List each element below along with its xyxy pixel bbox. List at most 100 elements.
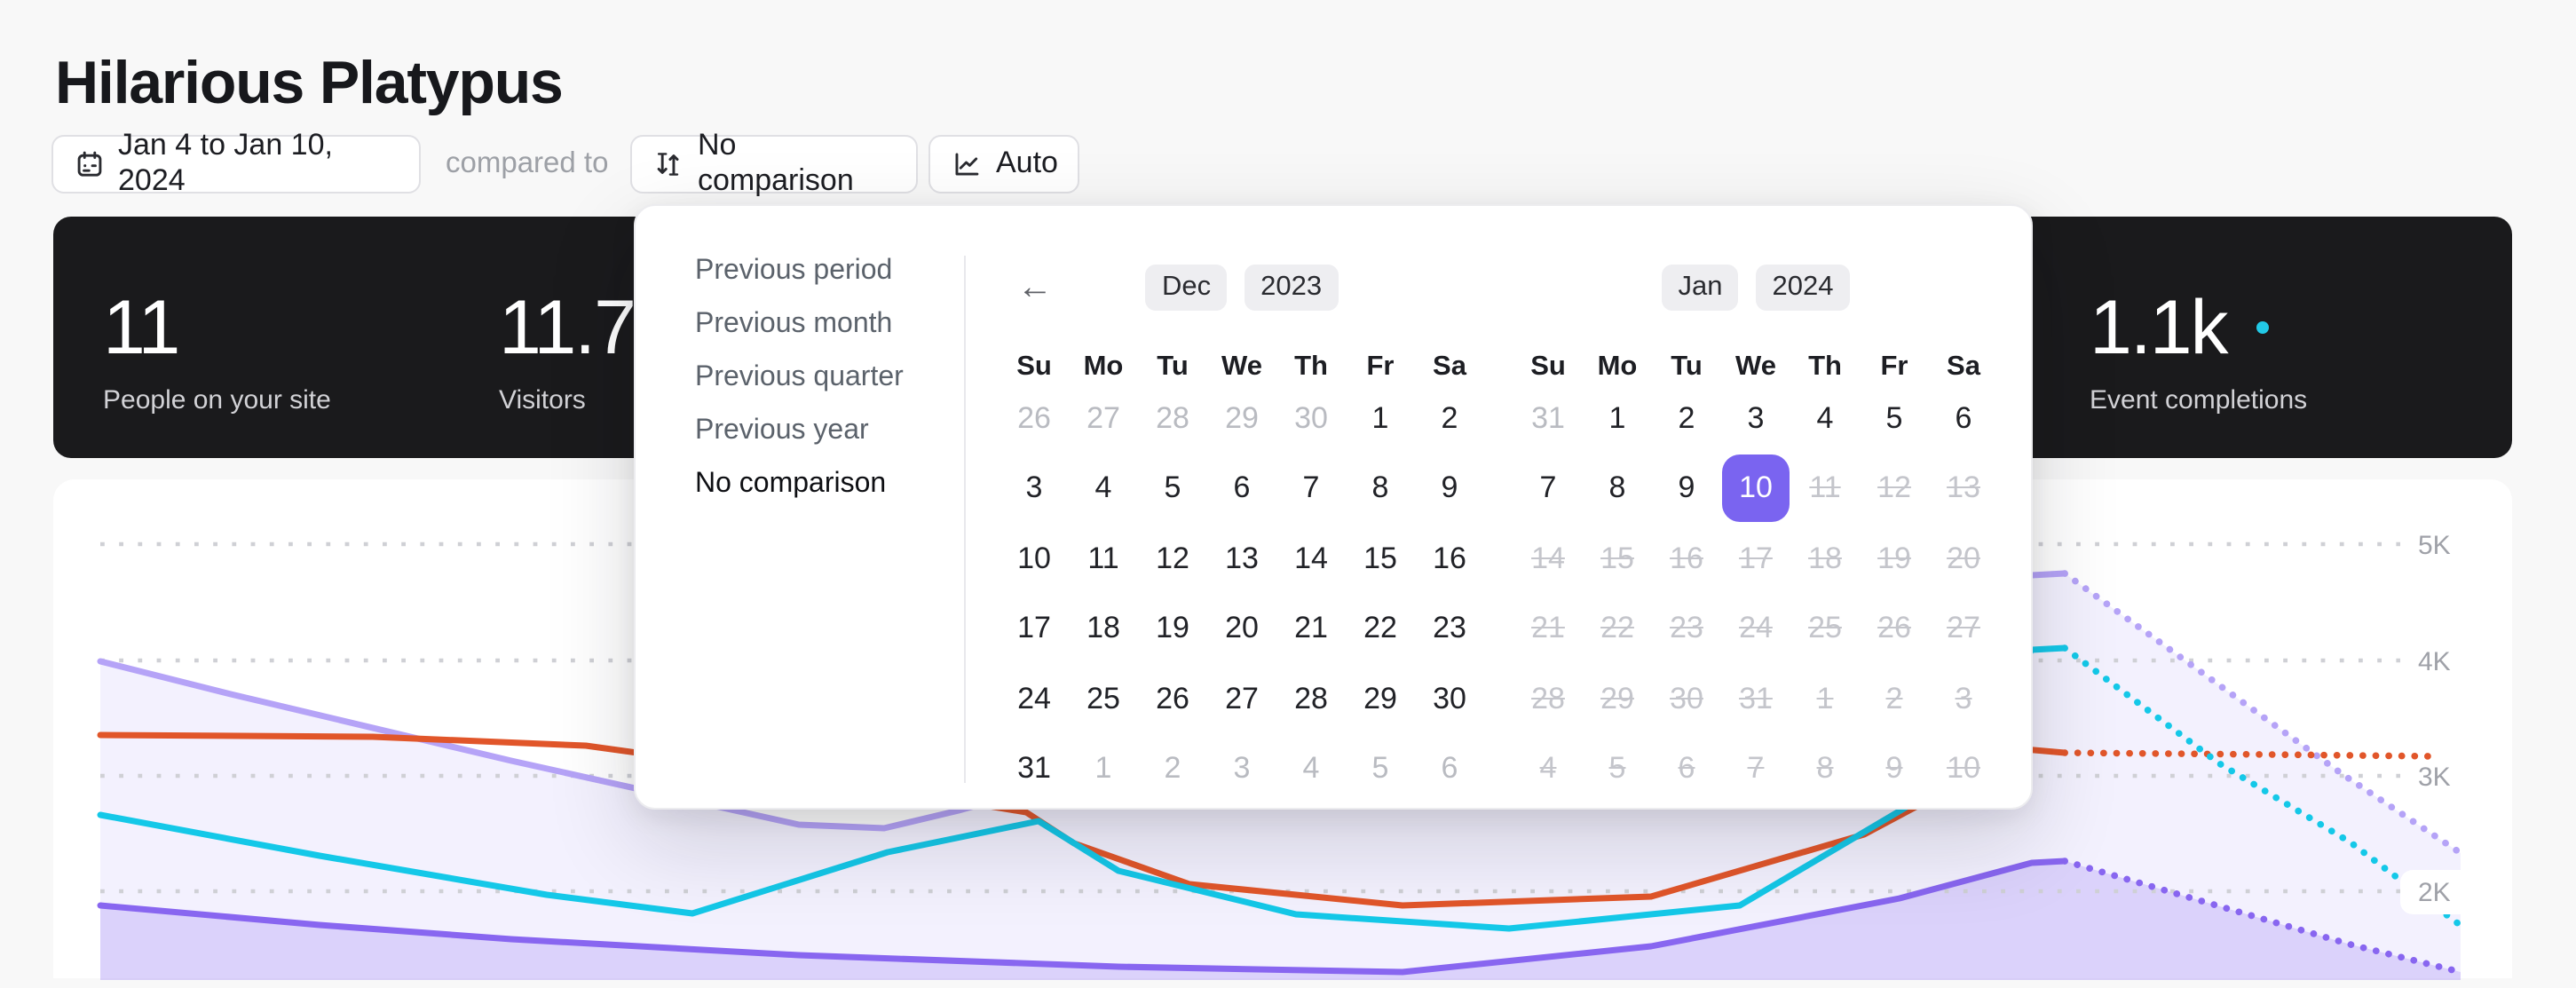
day-cell-dec-30[interactable]: 30 bbox=[1415, 664, 1484, 734]
day-cell-dec-17[interactable]: 17 bbox=[1000, 594, 1069, 664]
day-cell-jan-31[interactable]: 31 bbox=[1513, 383, 1583, 454]
day-cell-dec-30[interactable]: 30 bbox=[1276, 383, 1346, 454]
day-cell-dec-24[interactable]: 24 bbox=[1000, 664, 1069, 734]
day-cell-jan-28: 28 bbox=[1513, 664, 1583, 734]
day-cell-jan-21: 21 bbox=[1513, 594, 1583, 664]
calendar-month-dec-2023: ←Dec2023SuMoTuWeThFrSa262728293012345678… bbox=[1000, 265, 1484, 804]
day-cell-dec-31[interactable]: 31 bbox=[1000, 734, 1069, 804]
month-pill-jan[interactable]: Jan bbox=[1663, 265, 1739, 311]
day-cell-dec-27[interactable]: 27 bbox=[1207, 664, 1276, 734]
day-cell-dec-29[interactable]: 29 bbox=[1346, 664, 1415, 734]
day-cell-dec-5[interactable]: 5 bbox=[1138, 454, 1207, 524]
day-cell-jan-5[interactable]: 5 bbox=[1860, 383, 1929, 454]
day-grid: 2627282930123456789101112131415161718192… bbox=[1000, 383, 1484, 804]
day-cell-jan-27: 27 bbox=[1929, 594, 1998, 664]
date-comparison-popover: Previous periodPrevious monthPrevious qu… bbox=[633, 204, 2032, 810]
day-cell-jan-1[interactable]: 1 bbox=[1583, 383, 1652, 454]
month-pill-dec[interactable]: Dec bbox=[1146, 265, 1227, 311]
day-cell-dec-3[interactable]: 3 bbox=[1207, 734, 1276, 804]
dow-mo: Mo bbox=[1583, 352, 1652, 383]
menu-item-previous-quarter[interactable]: Previous quarter bbox=[635, 352, 963, 405]
day-cell-jan-2: 2 bbox=[1860, 664, 1929, 734]
menu-item-previous-year[interactable]: Previous year bbox=[635, 405, 963, 458]
day-cell-dec-2[interactable]: 2 bbox=[1138, 734, 1207, 804]
day-cell-jan-1: 1 bbox=[1790, 664, 1860, 734]
day-cell-dec-27[interactable]: 27 bbox=[1069, 383, 1138, 454]
day-cell-jan-16: 16 bbox=[1652, 524, 1721, 594]
day-cell-dec-26[interactable]: 26 bbox=[1000, 383, 1069, 454]
day-cell-dec-3[interactable]: 3 bbox=[1000, 454, 1069, 524]
day-cell-jan-6: 6 bbox=[1652, 734, 1721, 804]
calendar-month-jan-2024: Jan2024SuMoTuWeThFrSa3112345678910111213… bbox=[1513, 265, 1998, 804]
day-cell-dec-4[interactable]: 4 bbox=[1069, 454, 1138, 524]
day-cell-dec-15[interactable]: 15 bbox=[1346, 524, 1415, 594]
interval-button[interactable]: Auto bbox=[928, 134, 1079, 193]
dow-we: We bbox=[1721, 352, 1790, 383]
day-cell-jan-10: 10 bbox=[1929, 734, 1998, 804]
day-cell-dec-12[interactable]: 12 bbox=[1138, 524, 1207, 594]
stat-event-completions[interactable]: 1.1kEvent completions bbox=[2090, 287, 2307, 415]
day-cell-dec-18[interactable]: 18 bbox=[1069, 594, 1138, 664]
day-cell-dec-6[interactable]: 6 bbox=[1415, 734, 1484, 804]
day-cell-jan-7[interactable]: 7 bbox=[1513, 454, 1583, 524]
day-cell-dec-21[interactable]: 21 bbox=[1276, 594, 1346, 664]
day-cell-jan-10-selected[interactable]: 10 bbox=[1721, 454, 1790, 524]
comparison-menu: Previous periodPrevious monthPrevious qu… bbox=[635, 245, 963, 511]
day-cell-dec-28[interactable]: 28 bbox=[1276, 664, 1346, 734]
day-cell-jan-8[interactable]: 8 bbox=[1583, 454, 1652, 524]
date-range-button[interactable]: Jan 4 to Jan 10, 2024 bbox=[51, 134, 420, 193]
day-cell-jan-14: 14 bbox=[1513, 524, 1583, 594]
day-cell-dec-10[interactable]: 10 bbox=[1000, 524, 1069, 594]
interval-button-label: Auto bbox=[996, 146, 1058, 181]
day-cell-dec-28[interactable]: 28 bbox=[1138, 383, 1207, 454]
day-cell-dec-13[interactable]: 13 bbox=[1207, 524, 1276, 594]
day-cell-dec-20[interactable]: 20 bbox=[1207, 594, 1276, 664]
stat-people-on-your-site[interactable]: 11 People on your site bbox=[103, 287, 331, 415]
day-cell-dec-9[interactable]: 9 bbox=[1415, 454, 1484, 524]
day-cell-jan-4[interactable]: 4 bbox=[1790, 383, 1860, 454]
day-cell-jan-30: 30 bbox=[1652, 664, 1721, 734]
day-cell-dec-5[interactable]: 5 bbox=[1346, 734, 1415, 804]
day-cell-jan-3[interactable]: 3 bbox=[1721, 383, 1790, 454]
dow-th: Th bbox=[1276, 352, 1346, 383]
date-range-label: Jan 4 to Jan 10, 2024 bbox=[118, 128, 397, 199]
day-cell-dec-14[interactable]: 14 bbox=[1276, 524, 1346, 594]
day-cell-dec-4[interactable]: 4 bbox=[1276, 734, 1346, 804]
year-pill-2024[interactable]: 2024 bbox=[1757, 265, 1850, 311]
calendar-prev-arrow-icon[interactable]: ← bbox=[1010, 265, 1060, 311]
stat-value: 11 bbox=[103, 287, 178, 368]
dow-th: Th bbox=[1790, 352, 1860, 383]
day-cell-dec-25[interactable]: 25 bbox=[1069, 664, 1138, 734]
y-axis-label-5K: 5K bbox=[2418, 530, 2451, 559]
day-cell-dec-16[interactable]: 16 bbox=[1415, 524, 1484, 594]
dow-tu: Tu bbox=[1138, 352, 1207, 383]
day-cell-dec-29[interactable]: 29 bbox=[1207, 383, 1276, 454]
menu-item-previous-period[interactable]: Previous period bbox=[635, 245, 963, 298]
day-cell-jan-26: 26 bbox=[1860, 594, 1929, 664]
comparison-button[interactable]: No comparison bbox=[630, 134, 917, 193]
day-cell-dec-1[interactable]: 1 bbox=[1346, 383, 1415, 454]
calendar-icon bbox=[74, 148, 104, 178]
stat-label: People on your site bbox=[103, 384, 331, 415]
day-cell-dec-22[interactable]: 22 bbox=[1346, 594, 1415, 664]
day-cell-jan-19: 19 bbox=[1860, 524, 1929, 594]
day-cell-dec-6[interactable]: 6 bbox=[1207, 454, 1276, 524]
day-cell-dec-23[interactable]: 23 bbox=[1415, 594, 1484, 664]
day-cell-jan-15: 15 bbox=[1583, 524, 1652, 594]
menu-item-no-comparison[interactable]: No comparison bbox=[635, 458, 963, 511]
day-grid: 3112345678910111213141516171819202122232… bbox=[1513, 383, 1998, 804]
day-cell-dec-7[interactable]: 7 bbox=[1276, 454, 1346, 524]
day-cell-jan-6[interactable]: 6 bbox=[1929, 383, 1998, 454]
day-cell-dec-2[interactable]: 2 bbox=[1415, 383, 1484, 454]
day-cell-dec-11[interactable]: 11 bbox=[1069, 524, 1138, 594]
dow-we: We bbox=[1207, 352, 1276, 383]
day-cell-dec-1[interactable]: 1 bbox=[1069, 734, 1138, 804]
year-pill-2023[interactable]: 2023 bbox=[1245, 265, 1338, 311]
day-cell-dec-26[interactable]: 26 bbox=[1138, 664, 1207, 734]
day-cell-jan-9[interactable]: 9 bbox=[1652, 454, 1721, 524]
y-axis-label-4K: 4K bbox=[2418, 646, 2451, 676]
day-cell-jan-2[interactable]: 2 bbox=[1652, 383, 1721, 454]
day-cell-dec-19[interactable]: 19 bbox=[1138, 594, 1207, 664]
day-cell-dec-8[interactable]: 8 bbox=[1346, 454, 1415, 524]
menu-item-previous-month[interactable]: Previous month bbox=[635, 298, 963, 352]
